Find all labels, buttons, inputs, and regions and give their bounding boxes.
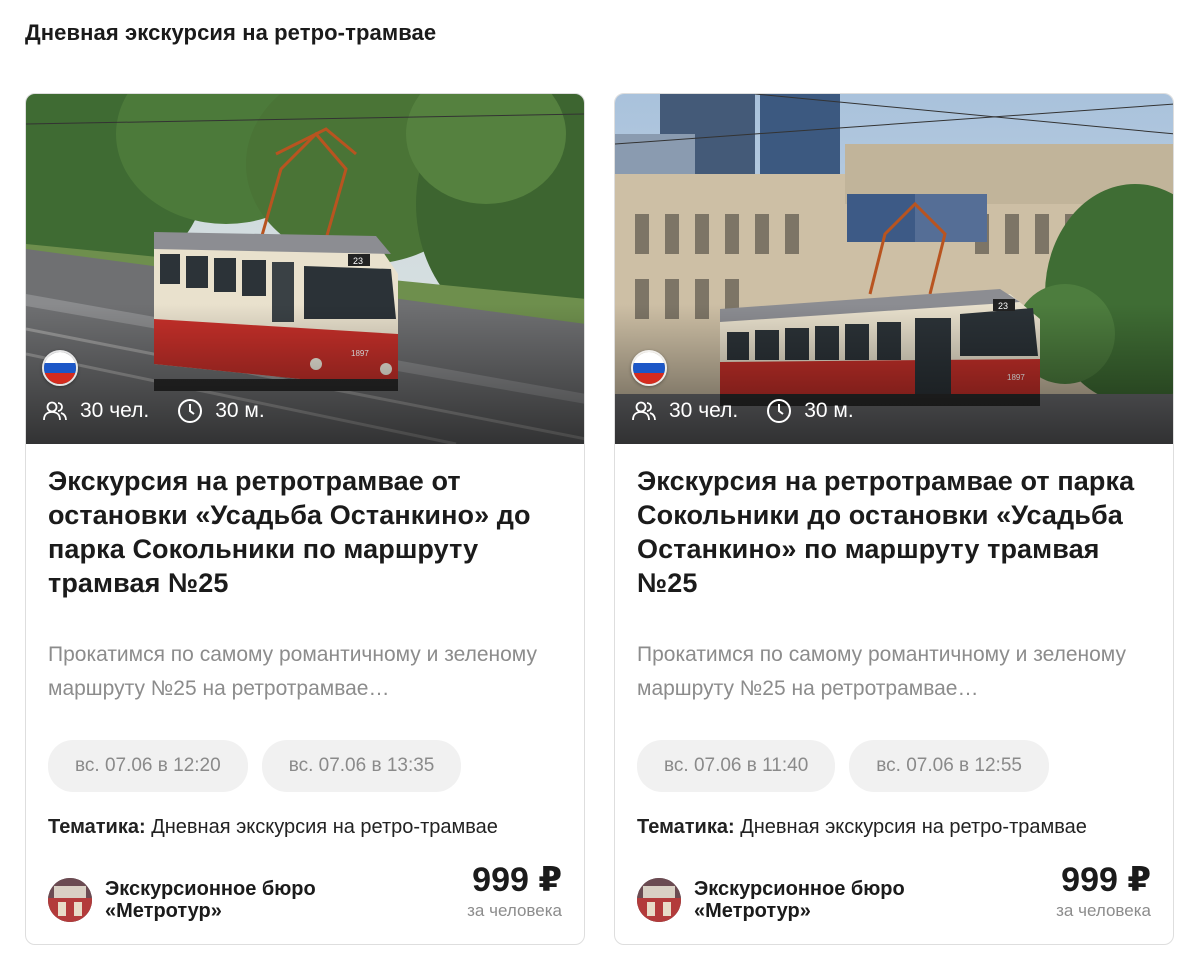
capacity: 30 чел. bbox=[42, 399, 149, 423]
theme-line: Тематика: Дневная экскурсия на ретро-тра… bbox=[48, 816, 562, 839]
duration-text: 30 м. bbox=[804, 399, 854, 422]
excursion-meta: 30 чел. 30 м. bbox=[631, 398, 882, 424]
organizer-avatar[interactable] bbox=[48, 878, 92, 922]
duration-text: 30 м. bbox=[215, 399, 265, 422]
excursion-title[interactable]: Экскурсия на ретротрамвае от парка Сокол… bbox=[637, 464, 1151, 634]
session-chips: вс. 07.06 в 11:40 вс. 07.06 в 12:55 bbox=[637, 740, 1151, 792]
theme-label: Тематика: bbox=[48, 816, 146, 838]
organizer-name[interactable]: Экскурсионное бюро «Метротур» bbox=[694, 878, 954, 922]
price-block: 999 ₽ за человека bbox=[1056, 860, 1151, 922]
session-chip[interactable]: вс. 07.06 в 12:20 bbox=[48, 740, 248, 792]
excursion-card[interactable]: 23 1897 30 чел. bbox=[25, 93, 585, 945]
section-title: Дневная экскурсия на ретро-трамвае bbox=[25, 20, 437, 45]
price-note: за человека bbox=[467, 901, 562, 920]
capacity-text: 30 чел. bbox=[80, 399, 150, 422]
excursion-title[interactable]: Экскурсия на ретротрамвае от остановки «… bbox=[48, 464, 562, 634]
card-footer: Экскурсионное бюро «Метротур» 999 ₽ за ч… bbox=[637, 861, 1151, 922]
card-footer: Экскурсионное бюро «Метротур» 999 ₽ за ч… bbox=[48, 861, 562, 922]
people-icon bbox=[632, 401, 656, 421]
excursion-meta: 30 чел. 30 м. bbox=[42, 398, 293, 424]
price-note: за человека bbox=[1056, 901, 1151, 920]
price-block: 999 ₽ за человека bbox=[467, 860, 562, 922]
session-chip[interactable]: вс. 07.06 в 13:35 bbox=[261, 740, 462, 792]
clock-icon bbox=[178, 399, 203, 423]
theme-value: Дневная экскурсия на ретро-трамвае bbox=[740, 816, 1087, 838]
price-value: 999 ₽ bbox=[472, 861, 562, 899]
theme-value: Дневная экскурсия на ретро-трамвае bbox=[151, 816, 498, 838]
excursion-photo[interactable]: 23 1897 30 чел. bbox=[26, 94, 584, 444]
price-value: 999 ₽ bbox=[1061, 861, 1151, 899]
excursion-description: Прокатимся по самому романтичному и зеле… bbox=[637, 643, 1126, 700]
excursion-card[interactable]: 23 1897 30 чел. bbox=[614, 93, 1174, 945]
excursion-photo[interactable]: 23 1897 30 чел. bbox=[615, 94, 1173, 444]
duration: 30 м. bbox=[177, 398, 265, 424]
russia-flag-icon bbox=[42, 350, 78, 386]
capacity: 30 чел. bbox=[631, 399, 738, 423]
people-icon bbox=[43, 401, 67, 421]
session-chip[interactable]: вс. 07.06 в 12:55 bbox=[849, 740, 1049, 792]
excursion-description: Прокатимся по самому романтичному и зеле… bbox=[48, 643, 537, 700]
organizer-avatar[interactable] bbox=[637, 878, 681, 922]
session-chips: вс. 07.06 в 12:20 вс. 07.06 в 13:35 bbox=[48, 740, 562, 792]
russia-flag-icon bbox=[631, 350, 667, 386]
theme-label: Тематика: bbox=[637, 816, 735, 838]
organizer-name[interactable]: Экскурсионное бюро «Метротур» bbox=[105, 878, 365, 922]
capacity-text: 30 чел. bbox=[669, 399, 739, 422]
theme-line: Тематика: Дневная экскурсия на ретро-тра… bbox=[637, 816, 1151, 839]
duration: 30 м. bbox=[766, 398, 854, 424]
session-chip[interactable]: вс. 07.06 в 11:40 bbox=[637, 740, 836, 792]
clock-icon bbox=[767, 399, 792, 423]
